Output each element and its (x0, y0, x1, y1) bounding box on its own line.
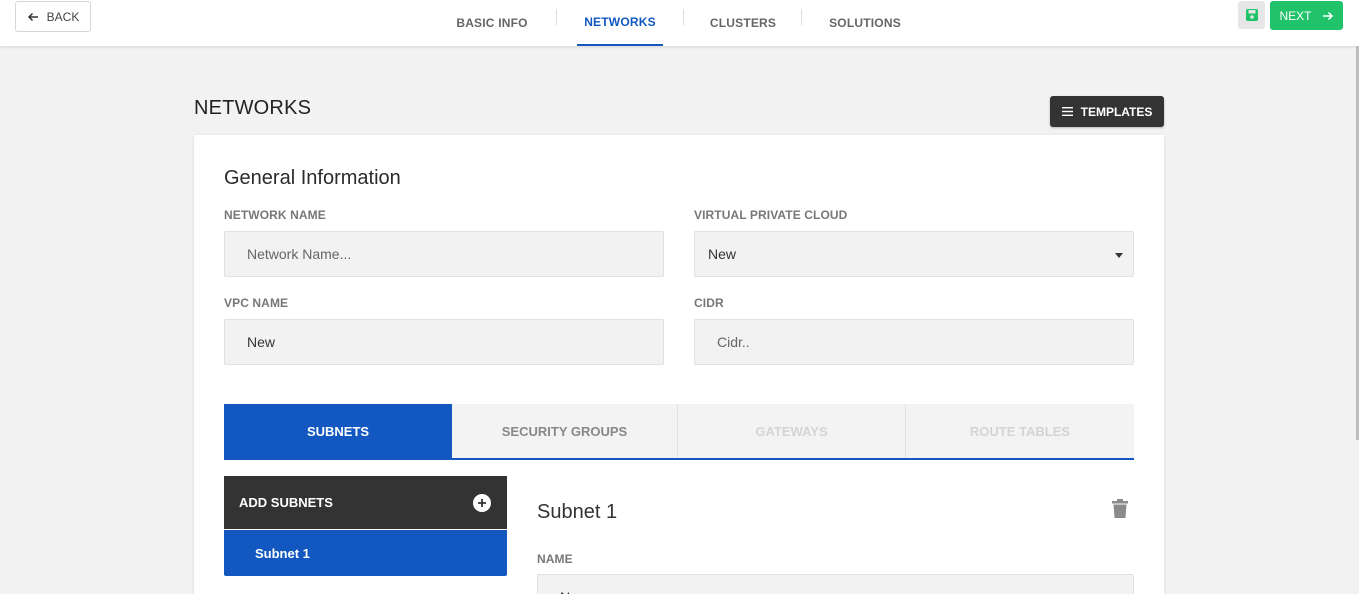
general-information-title: General Information (224, 167, 401, 189)
next-label: NEXT (1279, 8, 1312, 23)
subnet-list-item[interactable]: Subnet 1 (224, 530, 507, 576)
wizard-steps: BASIC INFO NETWORKS CLUSTERS SOLUTIONS (0, 0, 1359, 46)
add-subnets-button[interactable]: ADD SUBNETS (224, 476, 507, 529)
trash-icon[interactable] (1111, 499, 1129, 519)
subnet-name-label: NAME (537, 552, 573, 566)
vpc-name-label: VPC NAME (224, 296, 289, 310)
plus-circle-icon[interactable] (473, 494, 491, 512)
subnet-detail-title: Subnet 1 (537, 501, 618, 523)
step-divider (801, 9, 802, 25)
subnet-name-input[interactable] (537, 574, 1134, 594)
vpc-name-input[interactable] (224, 319, 664, 365)
step-clusters[interactable]: CLUSTERS (703, 0, 783, 46)
tab-route-tables: ROUTE TABLES (906, 404, 1134, 458)
plus-icon (478, 499, 486, 507)
page-title: NETWORKS (194, 97, 312, 119)
caret-down-icon (1115, 253, 1123, 258)
floppy-disk-icon (1245, 9, 1258, 21)
step-solutions[interactable]: SOLUTIONS (820, 0, 910, 46)
step-networks[interactable]: NETWORKS (577, 0, 663, 46)
arrow-right-icon (1322, 11, 1333, 20)
save-button[interactable] (1238, 1, 1265, 29)
network-name-input[interactable] (224, 231, 664, 277)
cidr-label: CIDR (694, 296, 724, 310)
network-name-label: NETWORK NAME (224, 208, 326, 222)
vpc-label: VIRTUAL PRIVATE CLOUD (694, 208, 848, 222)
vpc-select-box[interactable]: New (694, 231, 1134, 277)
step-divider (683, 9, 684, 25)
templates-button[interactable]: TEMPLATES (1050, 96, 1164, 127)
menu-lines-icon (1061, 107, 1073, 116)
vpc-selected-value: New (708, 246, 737, 262)
add-subnets-label: ADD SUBNETS (239, 495, 333, 510)
vpc-select[interactable]: New (694, 231, 1134, 277)
network-form-card: General Information NETWORK NAME VIRTUAL… (194, 135, 1164, 594)
tab-security-groups[interactable]: SECURITY GROUPS (452, 404, 678, 458)
network-tabs: SUBNETS SECURITY GROUPS GATEWAYS ROUTE T… (224, 404, 1134, 460)
step-divider (556, 9, 557, 25)
step-basic-info[interactable]: BASIC INFO (447, 0, 537, 46)
cidr-input[interactable] (694, 319, 1134, 365)
next-button[interactable]: NEXT (1270, 1, 1343, 30)
top-navigation-bar: BACK BASIC INFO NETWORKS CLUSTERS SOLUTI… (0, 0, 1359, 46)
tab-subnets[interactable]: SUBNETS (224, 404, 452, 458)
templates-label: TEMPLATES (1080, 104, 1153, 119)
tab-gateways: GATEWAYS (678, 404, 906, 458)
